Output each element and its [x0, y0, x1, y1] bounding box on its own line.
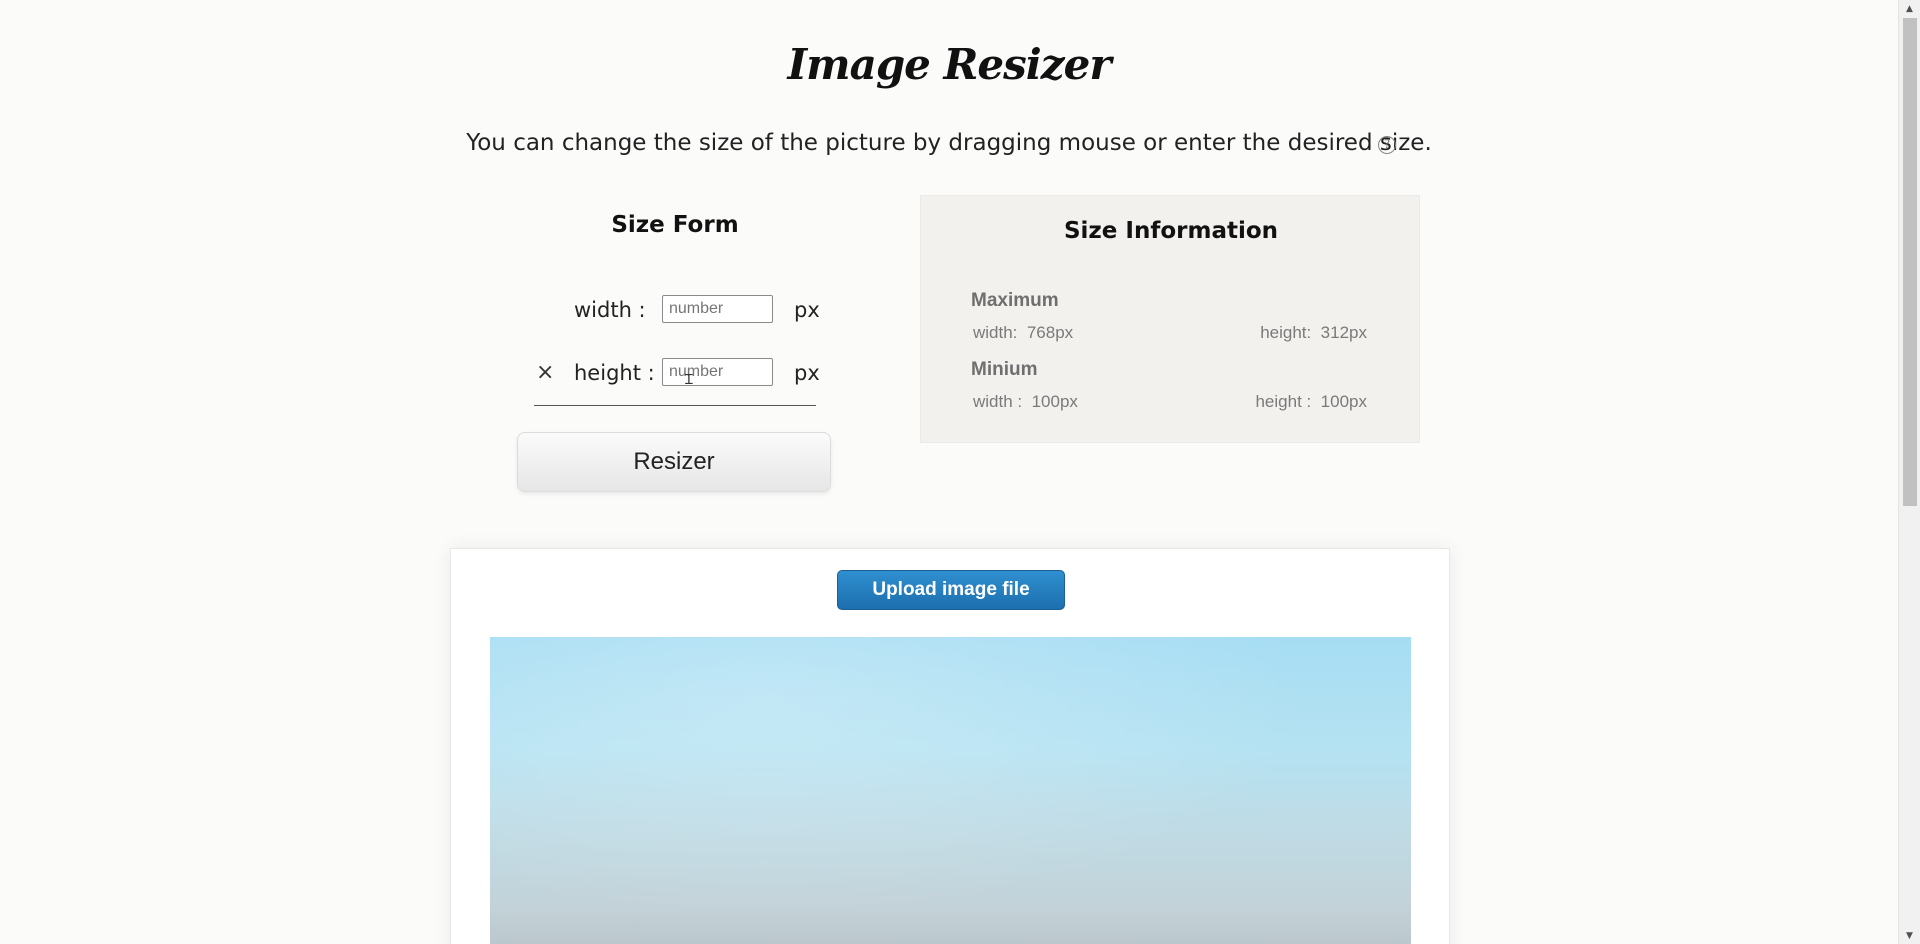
scroll-down-arrow-icon[interactable]: ▼ [1899, 927, 1920, 944]
resizer-button[interactable]: Resizer [517, 432, 831, 492]
scrollbar-thumb[interactable] [1903, 18, 1917, 506]
upload-card: Upload image file [450, 548, 1450, 944]
vertical-scrollbar[interactable]: ▲ ▼ [1898, 0, 1920, 944]
scroll-up-arrow-icon[interactable]: ▲ [1899, 0, 1920, 17]
maximum-width: width: 768px [973, 323, 1074, 342]
width-row: width : px [510, 294, 840, 326]
form-divider [534, 405, 816, 406]
size-info-title: Size Information [1063, 218, 1279, 244]
maximum-height: height: 312px [1260, 323, 1367, 342]
page: Image Resizer You can change the size of… [0, 0, 1898, 944]
page-title: Image Resizer [787, 40, 1112, 89]
size-form-title: Size Form [611, 212, 739, 238]
minimum-width: width : 100px [973, 392, 1078, 411]
height-label: height : [574, 361, 655, 385]
text-cursor-icon: Ɪ [685, 372, 693, 388]
size-info-panel: Size Information Maximum width: 768px he… [920, 195, 1420, 443]
height-row: × height : px [510, 357, 840, 389]
width-label: width : [574, 298, 646, 322]
upload-image-button[interactable]: Upload image file [837, 570, 1065, 610]
width-input[interactable] [662, 295, 773, 323]
width-unit: px [794, 298, 820, 322]
help-circle-icon[interactable]: ? [1378, 136, 1396, 154]
minimum-height: height : 100px [1255, 392, 1367, 411]
preview-image[interactable] [490, 637, 1411, 944]
height-unit: px [794, 361, 820, 385]
page-subtitle: You can change the size of the picture b… [466, 130, 1432, 156]
minimum-heading: Minium [971, 359, 1038, 380]
close-icon[interactable]: × [536, 357, 554, 389]
maximum-heading: Maximum [971, 290, 1059, 311]
height-input[interactable] [662, 358, 773, 386]
